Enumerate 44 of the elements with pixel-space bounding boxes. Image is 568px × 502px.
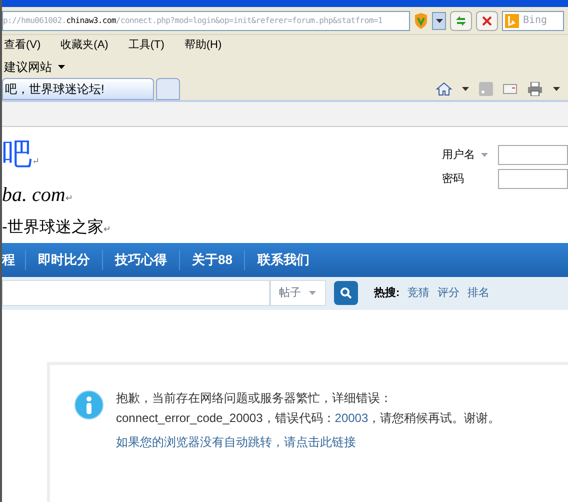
hot-search-label: 热搜: — [374, 286, 400, 302]
address-field[interactable]: p://hmu061002.chinaw3.com/connect.php?mod=login&op=init&referer=forum.php&statfrom=1 — [2, 10, 410, 31]
shield-icon — [414, 12, 428, 29]
refresh-icon — [454, 14, 468, 27]
search-input[interactable] — [2, 280, 270, 306]
search-button[interactable] — [334, 281, 358, 306]
nav-link[interactable]: 关于88 — [180, 250, 244, 270]
nav-link[interactable]: 程 — [2, 250, 25, 270]
nav-link[interactable]: 联系我们 — [245, 250, 322, 270]
caret-icon — [309, 291, 316, 296]
dropdown-button[interactable] — [432, 12, 446, 30]
home-icon[interactable] — [436, 82, 452, 96]
menu-item[interactable]: 收藏夹(A) — [60, 37, 108, 54]
hot-search-link[interactable]: 评分 — [438, 285, 460, 302]
close-icon — [482, 16, 492, 26]
input-field[interactable] — [498, 145, 568, 166]
nav-link[interactable]: 即时比分 — [26, 250, 102, 270]
favorites-link[interactable]: 建议网站 — [2, 58, 65, 76]
menu-item[interactable]: 帮助(H) — [184, 37, 222, 54]
mail-icon[interactable] — [503, 84, 517, 94]
caret-icon — [462, 86, 469, 91]
field-label: 密码 — [442, 172, 464, 188]
hot-search-link[interactable]: 竞猜 — [408, 285, 430, 302]
search-engine-icon — [505, 14, 519, 28]
stop-button[interactable] — [476, 10, 498, 31]
menu-item[interactable]: 工具(T) — [128, 37, 164, 54]
menu-item[interactable]: 查看(V) — [4, 37, 41, 54]
info-icon — [74, 390, 104, 420]
redirect-link[interactable]: 如果您的浏览器没有自动跳转，请点击此链接 — [116, 433, 546, 451]
nav-link[interactable]: 技巧心得 — [103, 250, 179, 270]
input-field[interactable] — [498, 169, 568, 190]
logo-title: 吧↵ — [2, 137, 41, 174]
search-icon — [340, 287, 352, 300]
error-message: 抱歉，当前存在网络问题或服务器繁忙，详细错误：connect_error_code_20003，错误代码：20003，请您稍候再试。谢谢。 — [116, 390, 502, 427]
caret-icon — [436, 18, 442, 23]
search-scope-select[interactable]: 帖子 — [270, 280, 326, 306]
browser-tab[interactable]: 吧，世界球迷论坛! — [2, 78, 154, 100]
browser-tab[interactable] — [156, 78, 180, 100]
field-label: 用户名 — [442, 148, 475, 164]
logo-slogan: -世界球迷之家↵ — [2, 218, 112, 238]
caret-icon — [553, 86, 560, 91]
print-icon[interactable] — [527, 82, 543, 96]
logo-domain: ba. com↵ — [2, 183, 74, 208]
hot-search-link[interactable]: 排名 — [468, 285, 490, 302]
